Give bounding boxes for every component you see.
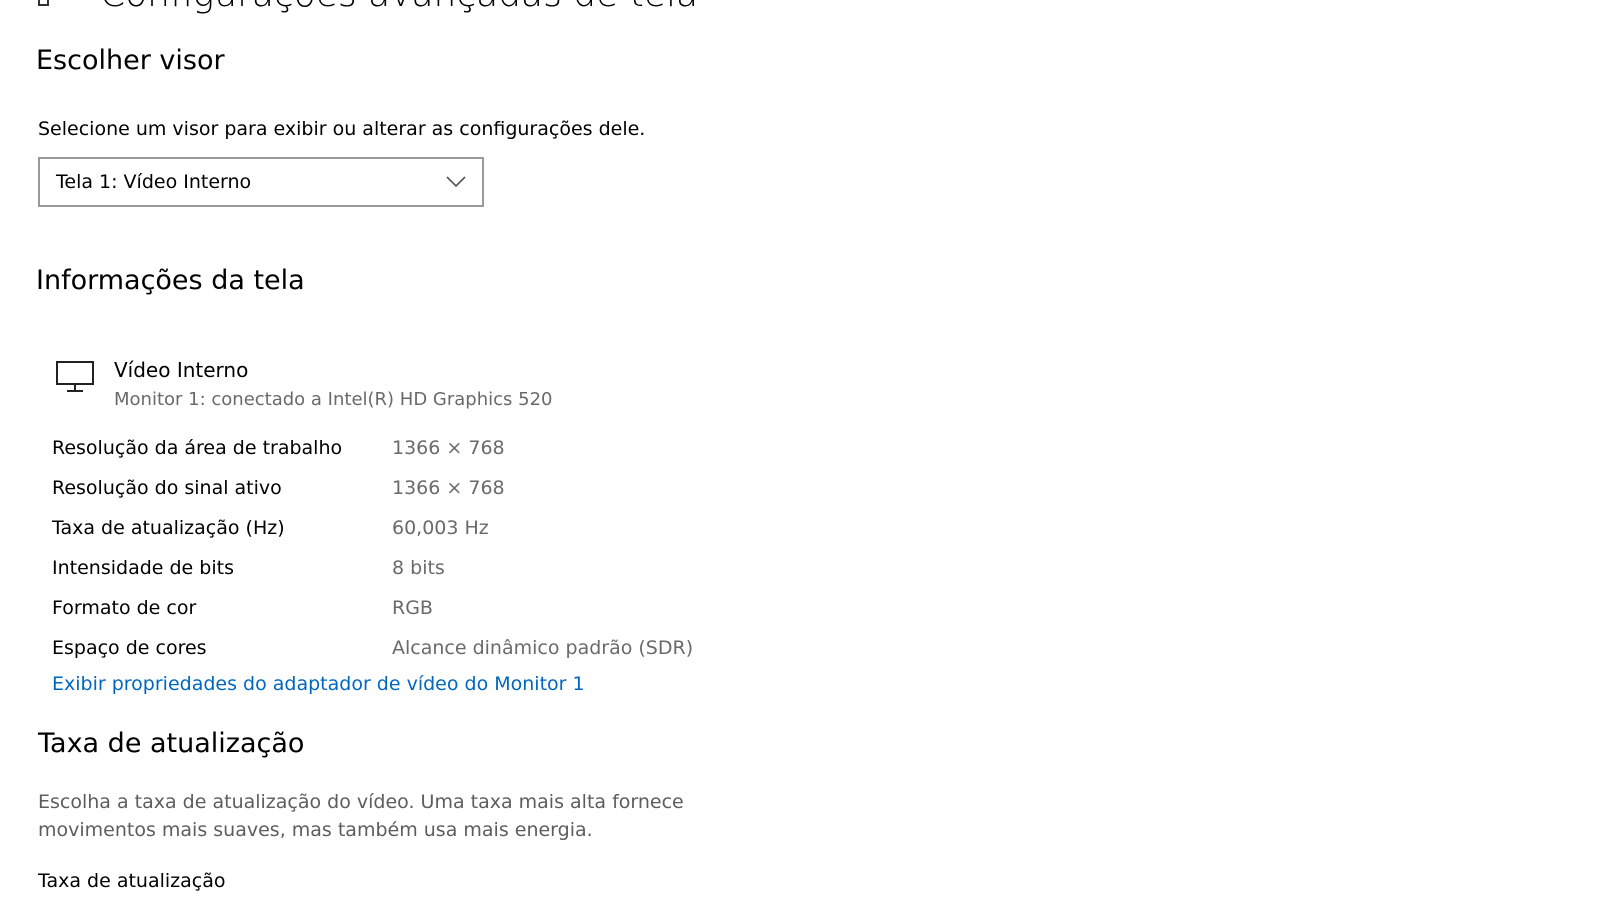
display-settings-icon xyxy=(38,0,49,6)
choose-display-description: Selecione um visor para exibir ou altera… xyxy=(38,118,646,140)
table-row: Formato de cor RGB xyxy=(52,588,693,628)
display-select-value: Tela 1: Vídeo Interno xyxy=(56,171,252,193)
monitor-subtitle: Monitor 1: conectado a Intel(R) HD Graph… xyxy=(114,389,553,410)
monitor-text: Vídeo Interno Monitor 1: conectado a Int… xyxy=(114,355,552,415)
refresh-rate-heading: Taxa de atualização xyxy=(38,728,305,759)
display-info-heading: Informações da tela xyxy=(36,265,305,296)
info-value: 1366 × 768 xyxy=(392,477,505,499)
info-label: Resolução do sinal ativo xyxy=(52,477,282,499)
info-label: Taxa de atualização (Hz) xyxy=(52,517,285,539)
chevron-down-icon xyxy=(446,176,466,188)
table-row: Espaço de cores Alcance dinâmico padrão … xyxy=(52,628,693,668)
table-row: Intensidade de bits 8 bits xyxy=(52,548,693,588)
table-row: Taxa de atualização (Hz) 60,003 Hz xyxy=(52,508,693,548)
refresh-rate-description: Escolha a taxa de atualização do vídeo. … xyxy=(38,791,684,841)
refresh-rate-field-label: Taxa de atualização xyxy=(38,870,226,892)
info-value: Alcance dinâmico padrão (SDR) xyxy=(392,637,694,659)
info-value: 8 bits xyxy=(392,557,445,579)
monitor-summary: Vídeo Interno Monitor 1: conectado a Int… xyxy=(56,355,552,415)
monitor-icon xyxy=(56,361,94,392)
table-row: Resolução da área de trabalho 1366 × 768 xyxy=(52,428,693,468)
adapter-properties-link[interactable]: Exibir propriedades do adaptador de víde… xyxy=(52,673,585,695)
monitor-name: Vídeo Interno xyxy=(114,358,249,382)
info-value: RGB xyxy=(392,597,433,619)
page-header: Configurações avançadas de tela xyxy=(36,0,698,15)
info-label: Intensidade de bits xyxy=(52,557,234,579)
info-value: 1366 × 768 xyxy=(392,437,505,459)
choose-display-heading: Escolher visor xyxy=(36,45,225,76)
info-value: 60,003 Hz xyxy=(392,517,489,539)
display-info-table: Resolução da área de trabalho 1366 × 768… xyxy=(52,428,693,668)
info-label: Resolução da área de trabalho xyxy=(52,437,343,459)
table-row: Resolução do sinal ativo 1366 × 768 xyxy=(52,468,693,508)
page-title: Configurações avançadas de tela xyxy=(100,0,698,15)
info-label: Espaço de cores xyxy=(52,637,207,659)
display-select-dropdown[interactable]: Tela 1: Vídeo Interno xyxy=(38,157,484,207)
info-label: Formato de cor xyxy=(52,597,197,619)
settings-page: Configurações avançadas de tela Escolher… xyxy=(0,0,1600,900)
